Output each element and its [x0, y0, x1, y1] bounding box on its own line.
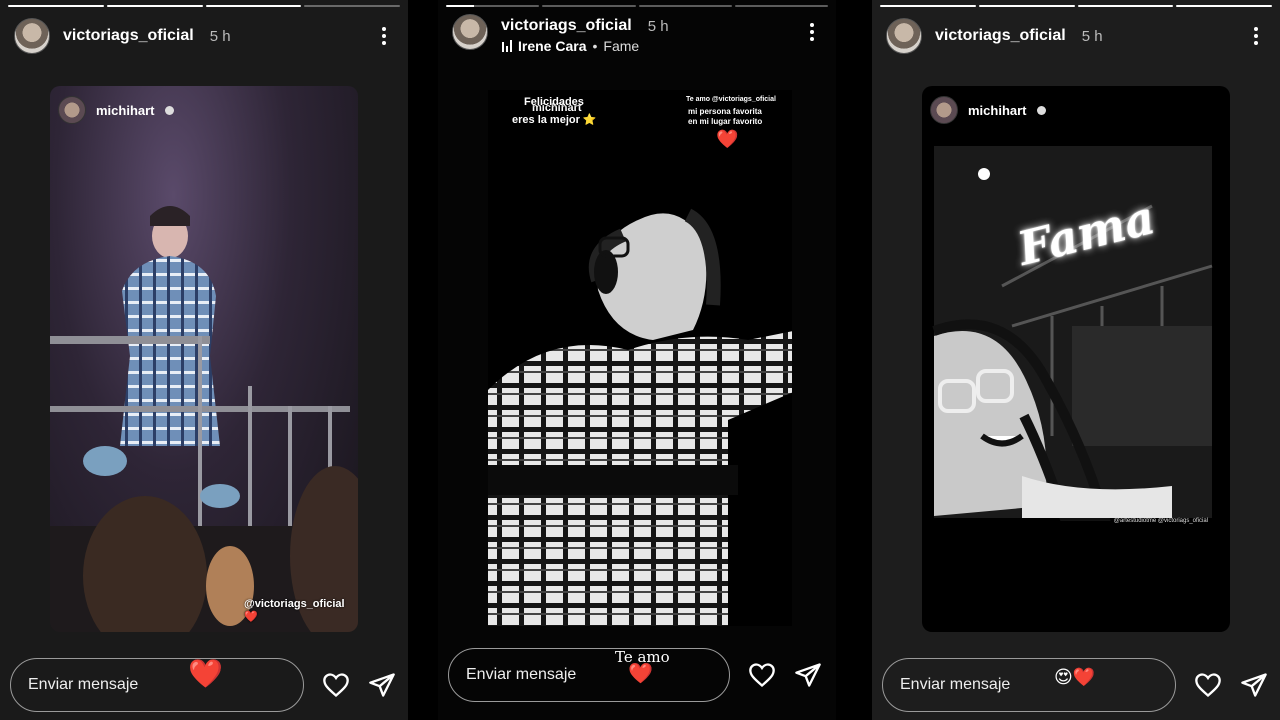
message-input[interactable]: Enviar mensaje [10, 658, 304, 712]
progress-segment [638, 5, 732, 7]
username[interactable]: victoriags_oficial [501, 17, 632, 35]
card-username: michihart [968, 102, 1027, 118]
music-artist: Irene Cara [518, 38, 587, 54]
card-avatar [930, 96, 958, 124]
story-footer: Enviar mensaje [448, 648, 822, 702]
selfie-photo [932, 146, 1213, 521]
story-mention[interactable]: @victoriags_oficial ❤️ [244, 598, 358, 623]
stage-photo [50, 206, 358, 632]
avatar[interactable] [452, 14, 488, 50]
story-progress [8, 5, 400, 7]
progress-segment [1176, 5, 1272, 7]
shared-story-card[interactable]: michihart @victoriags_oficial ❤️ [50, 86, 358, 632]
username[interactable]: victoriags_oficial [935, 27, 1066, 45]
shared-story-card[interactable]: michihart Fama @artestudiotme @victoriag… [922, 86, 1230, 632]
progress-segment [734, 5, 828, 7]
progress-segment [446, 5, 540, 7]
story-panel-1[interactable]: victoriags_oficial 5 h michihart @victor… [0, 0, 408, 720]
progress-segment [205, 5, 302, 7]
progress-segment [8, 5, 104, 7]
progress-segment [1077, 5, 1174, 7]
post-time: 5 h [1081, 27, 1103, 45]
overlay-caption-2: en mi lugar favorito [688, 117, 763, 126]
post-time: 5 h [647, 17, 669, 35]
send-icon[interactable] [368, 671, 396, 699]
progress-segment [106, 5, 203, 7]
photo-caption: @artestudiotme @victoriags_oficial [1113, 518, 1208, 524]
more-options-icon[interactable] [374, 24, 394, 48]
card-user[interactable]: michihart [930, 96, 1046, 124]
overlay-caption-1: mi persona favorita [688, 107, 762, 116]
progress-segment [978, 5, 1075, 7]
music-separator: • [592, 38, 598, 54]
story-progress [880, 5, 1272, 7]
heart-icon[interactable] [1194, 671, 1222, 699]
music-icon [502, 40, 512, 52]
card-username: michihart [96, 102, 155, 118]
more-options-icon[interactable] [1246, 24, 1266, 48]
music-title: Fame [603, 38, 640, 54]
music-info[interactable]: Irene Cara • Fame [502, 38, 639, 54]
overlay-mention[interactable]: Te amo @victoriags_oficial [686, 96, 776, 104]
progress-segment [880, 5, 976, 7]
username[interactable]: victoriags_oficial [63, 27, 194, 45]
verified-icon [164, 105, 174, 115]
heart-icon[interactable] [322, 671, 350, 699]
more-options-icon[interactable] [802, 20, 822, 44]
message-input[interactable]: Enviar mensaje [882, 658, 1176, 712]
verified-icon [1036, 105, 1046, 115]
overlay-greeting: Felicidades [524, 96, 584, 108]
story-footer: Enviar mensaje [882, 658, 1268, 712]
send-icon[interactable] [794, 661, 822, 689]
card-avatar [58, 96, 86, 124]
story-header: victoriags_oficial 5 h [886, 16, 1266, 56]
overlay-greeting-2: eres la mejor ⭐ [512, 114, 597, 126]
story-progress [446, 5, 828, 7]
card-user[interactable]: michihart [58, 96, 174, 124]
avatar[interactable] [886, 18, 922, 54]
send-icon[interactable] [1240, 671, 1268, 699]
story-header: victoriags_oficial 5 h [14, 16, 394, 56]
progress-segment [304, 5, 400, 7]
heart-icon[interactable] [748, 661, 776, 689]
overlay-heart: ❤️ [716, 129, 739, 149]
avatar[interactable] [14, 18, 50, 54]
progress-segment [542, 5, 636, 7]
story-footer: Enviar mensaje [10, 658, 396, 712]
story-panel-3[interactable]: victoriags_oficial 5 h michihart Fama @a… [872, 0, 1280, 720]
story-panel-2[interactable]: victoriags_oficial 5 h Irene Cara • Fame [438, 0, 836, 720]
shared-story-card[interactable]: michihart Felicidades eres la mejor ⭐ Te… [488, 90, 792, 626]
message-input[interactable]: Enviar mensaje [448, 648, 730, 702]
singer-photo [488, 208, 792, 626]
post-time: 5 h [209, 27, 231, 45]
